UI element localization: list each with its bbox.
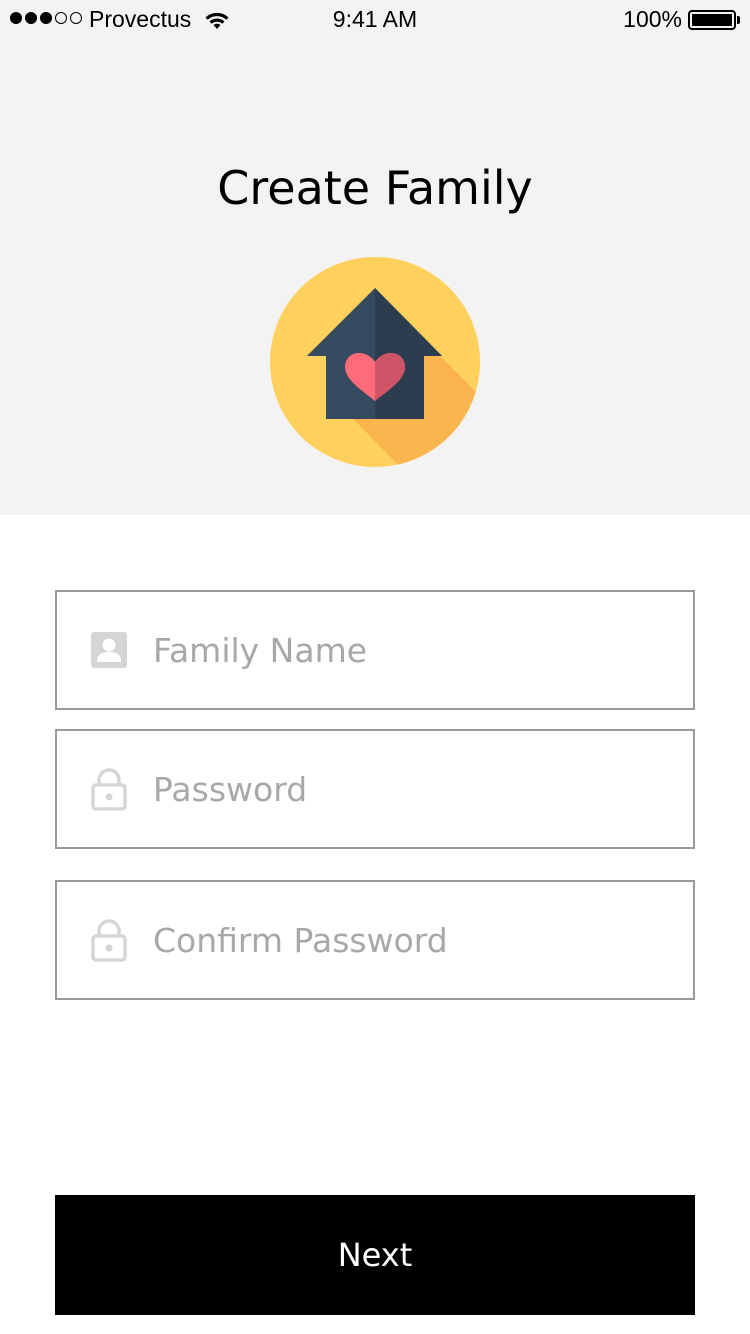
- battery-tip: [737, 16, 740, 24]
- family-name-input[interactable]: [153, 592, 673, 708]
- password-field[interactable]: [55, 729, 695, 849]
- family-name-field[interactable]: [55, 590, 695, 710]
- header: Provectus 9:41 AM 100% Create Family: [0, 0, 750, 515]
- confirm-password-input[interactable]: [153, 882, 673, 998]
- battery-percent: 100%: [623, 6, 682, 32]
- next-button[interactable]: Next: [55, 1195, 695, 1315]
- contact-card-icon: [91, 632, 127, 668]
- lock-icon: [91, 768, 127, 811]
- house-heart-icon: [270, 257, 480, 467]
- page-title: Create Family: [217, 161, 533, 215]
- status-bar: Provectus 9:41 AM 100%: [0, 0, 750, 40]
- confirm-password-field[interactable]: [55, 880, 695, 1000]
- password-input[interactable]: [153, 731, 673, 847]
- battery-icon: [688, 10, 736, 30]
- lock-icon: [91, 919, 127, 962]
